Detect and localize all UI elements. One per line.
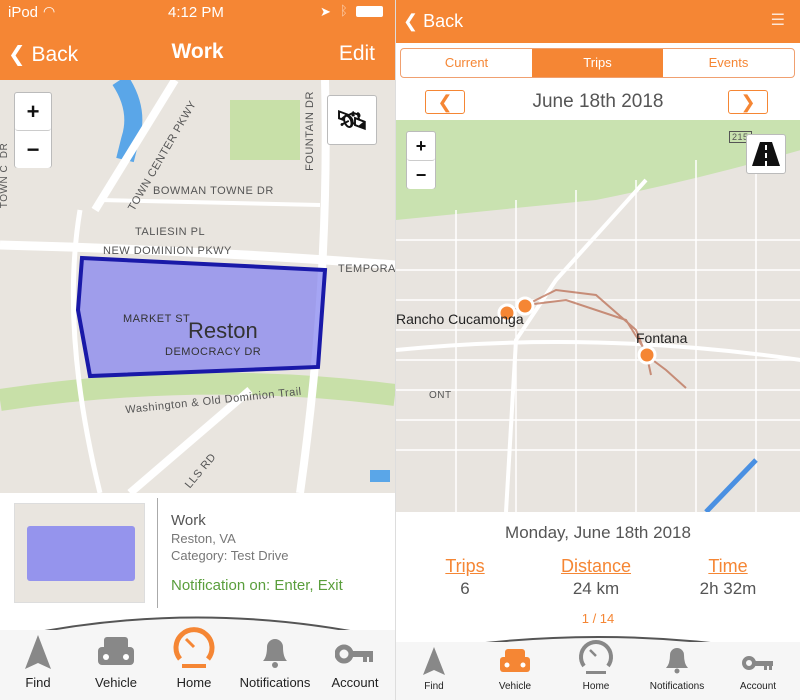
tab-label: Home <box>582 681 610 692</box>
tab-notifications[interactable]: Notifications <box>235 637 315 690</box>
tab-bar: Find Vehicle Home Notifications Account <box>0 627 395 700</box>
tab-find[interactable]: Find <box>0 635 78 690</box>
time-value: 2h 32m <box>699 579 757 598</box>
geofence-info: Work Reston, VA Category: Test Drive Not… <box>171 512 343 594</box>
geofence-thumbnail <box>14 503 145 603</box>
summary-date: Monday, June 18th 2018 <box>505 523 691 542</box>
trips-value: 6 <box>460 579 470 598</box>
satellite-icon[interactable]: 🛰 <box>327 95 377 145</box>
tab-label: Find <box>424 681 444 692</box>
time-stat: Time 2h 32m <box>668 556 788 599</box>
header: ❮ Back ☰ <box>396 0 800 43</box>
zoom-control: + − <box>406 131 436 189</box>
bell-icon <box>666 648 688 674</box>
tab-home[interactable]: Home <box>154 627 234 690</box>
segment-events[interactable]: Events <box>663 49 794 77</box>
back-label: Back <box>423 11 464 31</box>
edit-button[interactable]: Edit <box>339 42 375 66</box>
map-label: Reston <box>188 318 258 343</box>
wifi-icon: ◠ <box>43 3 56 19</box>
notification-status: Notification on: Enter, Exit <box>171 577 343 594</box>
map-label: Rancho Cucamonga <box>396 311 524 327</box>
next-day-button[interactable]: ❯ <box>728 90 768 114</box>
speedometer-icon <box>173 627 215 668</box>
tab-label: Notifications <box>649 681 705 692</box>
map-label: TEMPORA <box>338 263 395 275</box>
geofence-detail-screen: iPod ◠ 4:12 PM ➤ ᛒ ❮ Back Work Edit TOWN… <box>0 0 395 700</box>
carrier: iPod <box>8 4 39 21</box>
navigation-arrow-icon <box>423 647 445 675</box>
zoom-out-button[interactable]: − <box>15 131 51 168</box>
segmented-control: Current Trips Events <box>400 48 795 78</box>
map-label: BOWMAN TOWNE DR <box>153 185 274 197</box>
map-label: TOWN C DR <box>0 142 11 209</box>
distance-value: 24 km <box>572 579 620 598</box>
location-icon: ➤ <box>320 4 331 19</box>
page-title: Work <box>171 40 224 63</box>
map-label: DEMOCRACY DR <box>165 346 262 358</box>
trips-link[interactable]: Trips <box>405 556 525 577</box>
car-icon <box>98 637 134 665</box>
map-label: TALIESIN PL <box>135 226 206 238</box>
map-label: FOUNTAIN DR <box>303 91 316 171</box>
tab-account[interactable]: Account <box>315 639 395 690</box>
key-icon <box>335 644 373 664</box>
geofence-name: Work <box>171 512 206 529</box>
geofence-category: Category: Test Drive <box>171 548 289 563</box>
battery-icon <box>356 6 383 17</box>
zoom-out-button[interactable]: − <box>407 161 435 189</box>
trips-screen: ❮ Back ☰ Current Trips Events ❮ June 18t… <box>395 0 800 700</box>
tab-label: Notifications <box>239 675 311 690</box>
map-label: Fontana <box>636 330 688 346</box>
segment-trips[interactable]: Trips <box>532 49 663 77</box>
navigation-arrow-icon <box>25 635 51 669</box>
speedometer-icon <box>579 640 613 674</box>
tab-bar: Find Vehicle Home Notifications Account <box>396 640 800 700</box>
map-label: ONT <box>429 390 452 401</box>
header: iPod ◠ 4:12 PM ➤ ᛒ ❮ Back Work Edit <box>0 0 395 80</box>
tab-notifications[interactable]: Notifications <box>637 647 717 692</box>
geofence-location: Reston, VA <box>171 531 236 546</box>
page-indicator: 1 / 14 <box>581 611 615 626</box>
back-button[interactable]: ❮ Back <box>403 11 463 32</box>
divider <box>157 498 158 608</box>
road-icon[interactable] <box>746 134 786 174</box>
tab-account[interactable]: Account <box>718 651 798 692</box>
tab-label: Vehicle <box>498 681 532 692</box>
bell-icon <box>263 639 287 668</box>
tab-label: Account <box>331 675 379 690</box>
tab-find[interactable]: Find <box>396 647 474 692</box>
bluetooth-icon: ᛒ <box>340 3 348 18</box>
map-label: MARKET ST <box>123 313 191 325</box>
tab-label: Vehicle <box>95 675 137 690</box>
time-link[interactable]: Time <box>668 556 788 577</box>
car-icon <box>500 649 530 672</box>
tab-label: Find <box>25 675 51 690</box>
segment-current[interactable]: Current <box>401 49 532 77</box>
tab-label: Account <box>739 681 777 692</box>
tab-label: Home <box>176 675 212 690</box>
tab-vehicle[interactable]: Vehicle <box>76 635 156 690</box>
key-icon <box>742 656 773 670</box>
map[interactable]: Rancho Cucamonga Fontana ONT 215 + − <box>396 120 800 512</box>
trips-stat: Trips 6 <box>405 556 525 599</box>
tab-vehicle[interactable]: Vehicle <box>475 647 555 692</box>
distance-stat: Distance 24 km <box>536 556 656 599</box>
zoom-in-button[interactable]: + <box>407 132 435 161</box>
map-label: NEW DOMINION PKWY <box>103 245 232 257</box>
distance-link[interactable]: Distance <box>536 556 656 577</box>
list-menu-icon[interactable]: ☰ <box>771 10 785 30</box>
status-time: 4:12 PM <box>168 4 224 21</box>
map[interactable]: TOWN C DR TOWN CENTER PKWY BOWMAN TOWNE … <box>0 80 395 493</box>
zoom-control: + − <box>14 92 52 168</box>
tab-home[interactable]: Home <box>556 640 636 692</box>
zoom-in-button[interactable]: + <box>15 93 51 131</box>
